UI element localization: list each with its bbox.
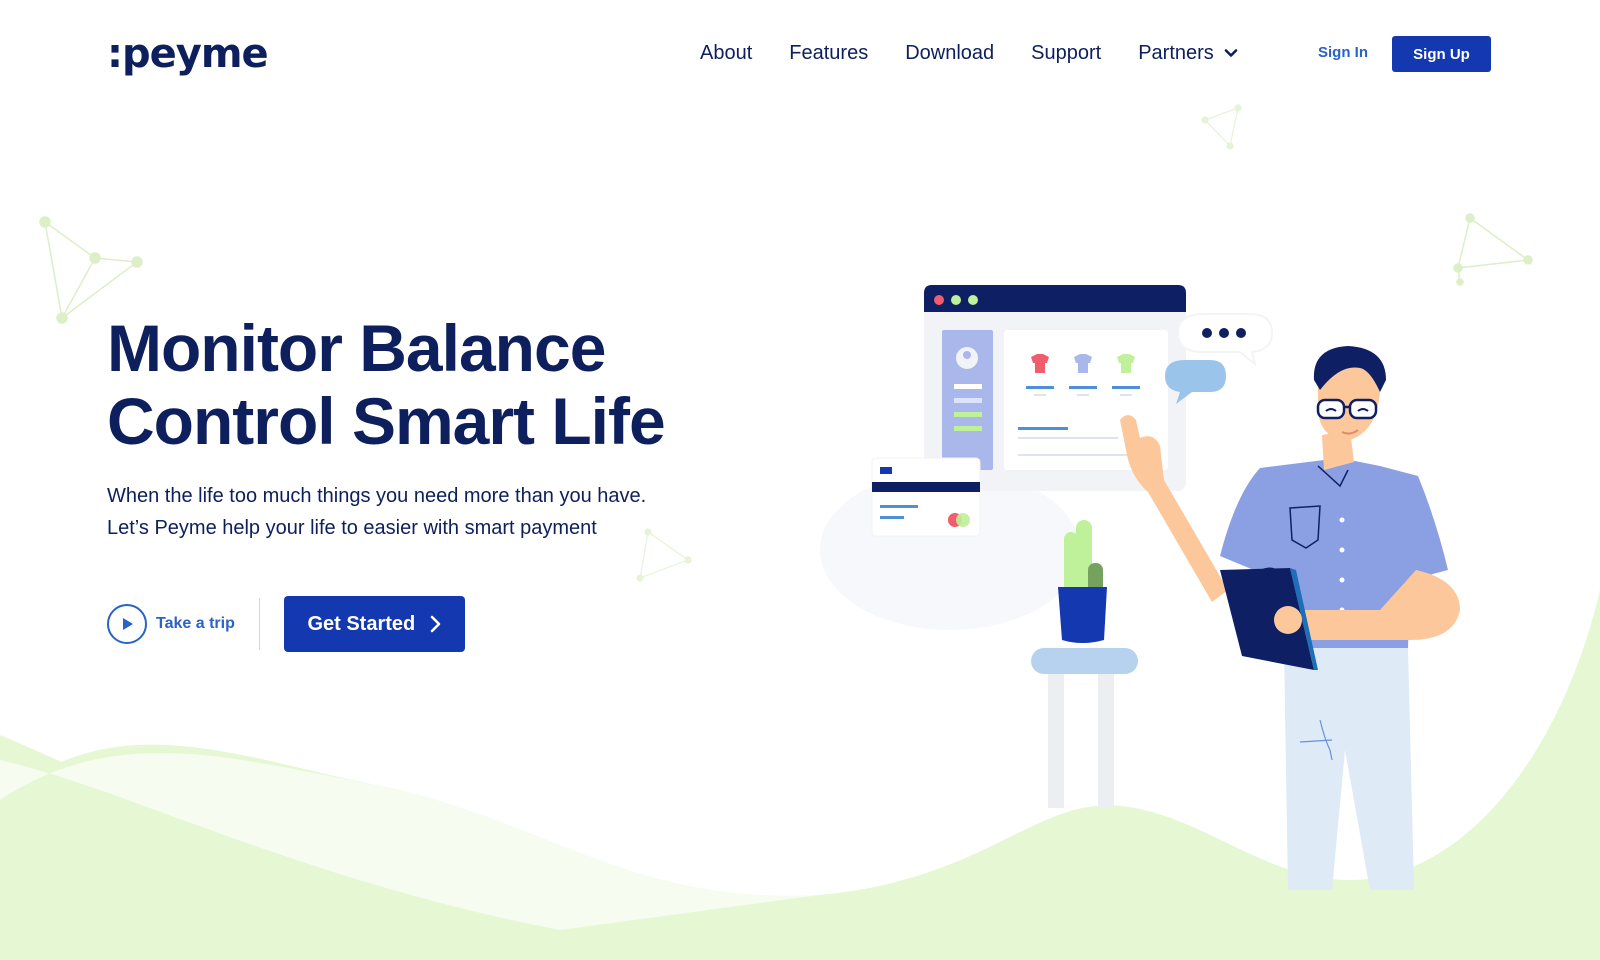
nav-link-partners-label: Partners (1138, 42, 1214, 64)
cta-row: Take a trip Get Started (107, 596, 465, 652)
cta-divider (258, 598, 260, 650)
peyme-logo[interactable]: :peyme (107, 34, 269, 74)
hero-title-line-1: Monitor Balance (107, 311, 606, 385)
hero-illustration (820, 285, 1460, 890)
chevron-down-icon (1224, 49, 1238, 57)
sign-up-button[interactable]: Sign Up (1392, 36, 1491, 72)
main-nav: About Features Download Support Partners (700, 40, 1238, 66)
hero-subtitle-line-1: When the life too much things you need m… (107, 485, 647, 507)
hero-title: Monitor Balance Control Smart Life (107, 311, 666, 458)
nav-link-about[interactable]: About (700, 40, 752, 66)
chevron-right-icon (430, 615, 441, 633)
credit-card-illustration (871, 457, 981, 537)
sign-in-link[interactable]: Sign In (1318, 44, 1368, 61)
stool-illustration (1031, 648, 1138, 808)
get-started-button[interactable]: Get Started (283, 596, 465, 652)
hero-subtitle-line-2: Let’s Peyme help your life to easier wit… (107, 517, 597, 539)
nav-link-features[interactable]: Features (789, 40, 868, 66)
hero-section: Monitor Balance Control Smart Life When … (107, 311, 666, 544)
navbar: :peyme About Features Download Support P… (0, 0, 1600, 110)
nav-link-support[interactable]: Support (1031, 40, 1101, 66)
nav-link-partners[interactable]: Partners (1138, 40, 1238, 66)
cactus-illustration (1058, 520, 1107, 643)
take-a-trip-button[interactable]: Take a trip (107, 604, 235, 644)
play-icon (107, 604, 147, 644)
get-started-label: Get Started (307, 612, 416, 635)
hero-subtitle: When the life too much things you need m… (107, 480, 665, 544)
nav-link-download[interactable]: Download (905, 40, 994, 66)
hero-title-line-2: Control Smart Life (107, 384, 666, 458)
take-a-trip-label: Take a trip (156, 615, 235, 632)
